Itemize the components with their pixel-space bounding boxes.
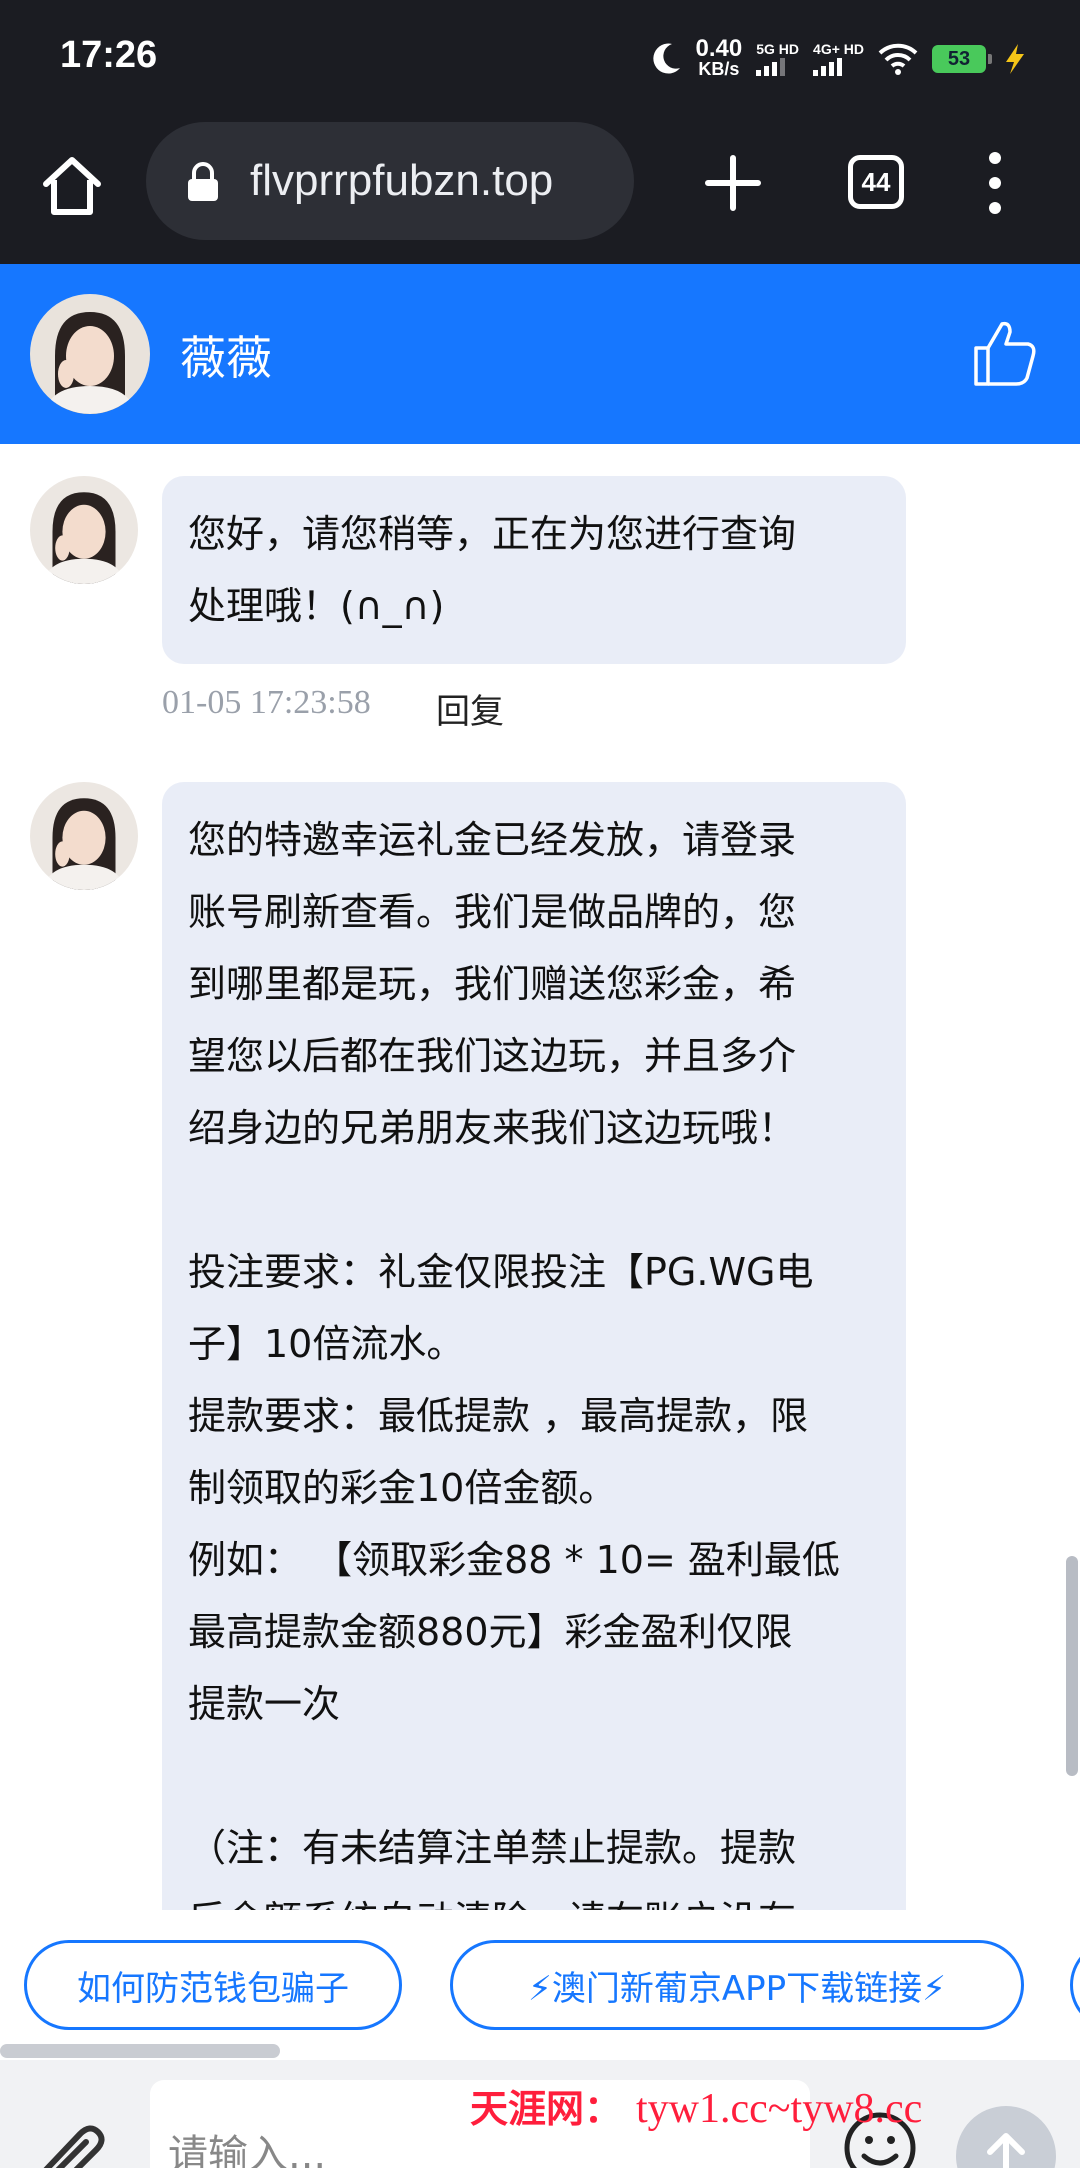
network-speed: 0.40 KB/s	[695, 35, 743, 80]
home-icon[interactable]	[38, 152, 106, 220]
quick-reply-chip[interactable]: 如何防范钱包骗子	[24, 1940, 402, 2030]
watermark-site-name: 天涯网：	[470, 2086, 623, 2131]
speed-value: 0.40	[695, 35, 743, 62]
message-scrollbar[interactable]	[1064, 444, 1080, 1910]
send-button[interactable]	[956, 2106, 1056, 2168]
speed-unit: KB/s	[698, 59, 740, 79]
signal-4g: 4G+ HD	[813, 42, 864, 76]
quick-reply-chip[interactable]: ⚡澳门新葡京APP下载链接⚡	[450, 1940, 1024, 2030]
chips-scrollbar[interactable]	[0, 2044, 280, 2058]
moon-icon	[652, 43, 680, 74]
quick-reply-bar: 如何防范钱包骗子 ⚡澳门新葡京APP下载链接⚡	[0, 1910, 1080, 2060]
message-bubble: 您的特邀幸运礼金已经发放，请登录 账号刷新查看。我们是做品牌的，您 到哪里都是玩…	[162, 782, 906, 1910]
quick-reply-chip-partial[interactable]	[1070, 1940, 1080, 2030]
status-icons: 0.40 KB/s 5G HD 4G+ HD 53	[652, 34, 1030, 84]
more-menu-icon[interactable]	[982, 152, 1008, 214]
status-bar: 17:26 0.40 KB/s 5G HD 4G+ HD 53	[0, 0, 1080, 116]
reply-link[interactable]: 回复	[436, 684, 504, 733]
message-timestamp: 01-05 17:23:58	[162, 684, 371, 721]
screen: 17:26 0.40 KB/s 5G HD 4G+ HD 53 flvprrpf…	[0, 0, 1080, 2168]
watermark: 天涯网： tyw1.cc~tyw8.cc	[470, 2078, 922, 2133]
tab-switcher-button[interactable]: 44	[848, 155, 904, 209]
agent-name: 薇薇	[180, 331, 272, 385]
plus-icon[interactable]	[702, 152, 764, 214]
battery-icon: 53	[932, 45, 992, 73]
chat-header: 薇薇	[0, 264, 1080, 444]
url-text[interactable]: flvprrpfubzn.top	[250, 156, 553, 206]
message-avatar	[30, 476, 138, 584]
address-bar[interactable]: flvprrpfubzn.top	[146, 122, 634, 240]
signal-4g-label: 4G+ HD	[813, 41, 864, 57]
signal-5g-label: 5G HD	[756, 41, 800, 57]
status-time: 17:26	[60, 34, 158, 76]
arrow-up-icon	[987, 2133, 1025, 2168]
charging-icon	[1006, 44, 1024, 74]
tab-count: 44	[861, 166, 891, 197]
thumbs-up-icon[interactable]	[972, 318, 1038, 388]
signal-5g: 5G HD	[756, 42, 799, 76]
signal-bars-icon	[813, 58, 864, 76]
message-avatar	[30, 782, 138, 890]
message-bubble: 您好，请您稍等，正在为您进行查询 处理哦！(∩_∩)	[162, 476, 906, 664]
lock-icon	[188, 162, 218, 201]
battery-level: 53	[947, 47, 971, 70]
wifi-icon	[878, 43, 918, 75]
agent-avatar	[30, 294, 150, 414]
message-list[interactable]: 您好，请您稍等，正在为您进行查询 处理哦！(∩_∩) 01-05 17:23:5…	[0, 444, 1080, 1910]
paperclip-icon[interactable]	[34, 2116, 114, 2168]
signal-bars-icon	[756, 58, 799, 76]
watermark-urls: tyw1.cc~tyw8.cc	[636, 2086, 923, 2132]
browser-toolbar: flvprrpfubzn.top 44	[0, 116, 1080, 264]
scrollbar-thumb[interactable]	[1066, 1556, 1078, 1776]
